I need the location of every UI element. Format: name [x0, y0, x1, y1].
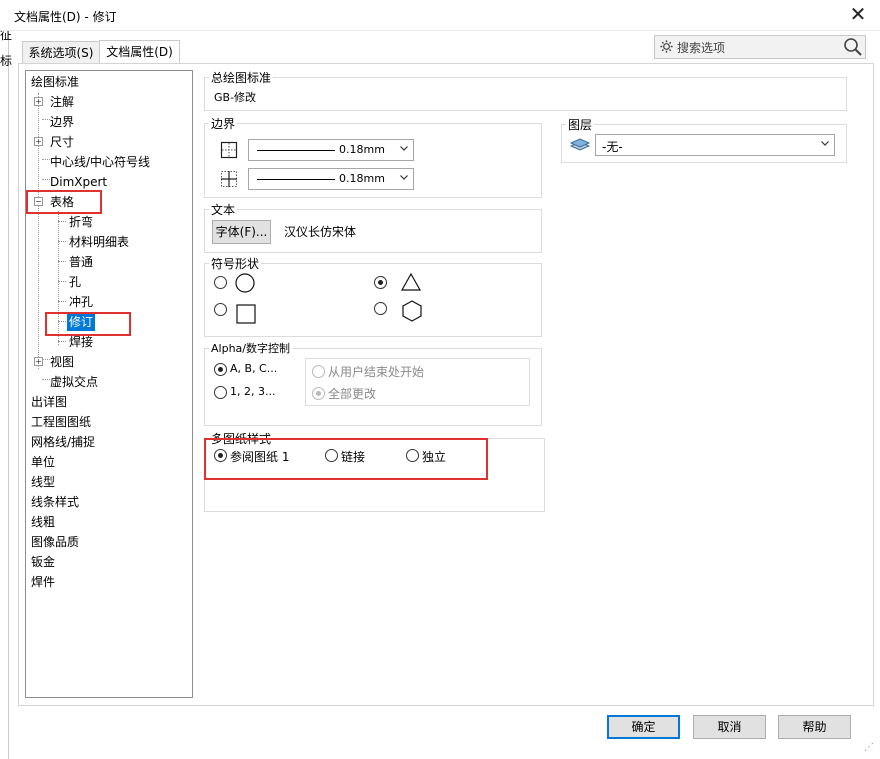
tree-item-line-style[interactable]: 线条样式 — [31, 493, 79, 511]
gear-icon — [660, 40, 673, 53]
tree-item-views[interactable]: 视图 — [50, 353, 74, 371]
font-button[interactable]: 字体(F)... — [212, 220, 271, 244]
tree-item-border[interactable]: 边界 — [50, 113, 74, 131]
tree-item-punch[interactable]: 冲孔 — [69, 293, 93, 311]
border-line2-combo[interactable]: 0.18mm — [248, 168, 414, 190]
cancel-button[interactable]: 取消 — [693, 715, 766, 739]
window-title: 文档属性(D) - 修订 — [14, 10, 117, 24]
circle-shape-icon — [235, 273, 255, 293]
border-line2-width: 0.18mm — [339, 172, 385, 185]
shape-hexagon-radio[interactable] — [374, 302, 387, 315]
annotation-box-multi-sheet — [204, 438, 488, 480]
tab-document-properties[interactable]: 文档属性(D) — [99, 40, 180, 64]
tree-item-annotations[interactable]: 注解 — [50, 93, 74, 111]
tree-item-image-quality[interactable]: 图像品质 — [31, 533, 79, 551]
help-button[interactable]: 帮助 — [778, 715, 851, 739]
start-from-user-label: 从用户结束处开始 — [328, 365, 425, 379]
alpha-abc-label: A, B, C... — [230, 362, 278, 375]
expand-icon[interactable]: + — [34, 97, 43, 106]
layer-value: -无- — [602, 140, 623, 154]
border-outer-icon — [220, 141, 238, 159]
shape-triangle-radio[interactable] — [374, 276, 387, 289]
ok-button[interactable]: 确定 — [607, 715, 680, 739]
background-char-3: 标 — [0, 54, 13, 68]
border-line1-combo[interactable]: 0.18mm — [248, 139, 414, 161]
tree-item-hole[interactable]: 孔 — [69, 273, 81, 291]
triangle-shape-icon — [400, 272, 422, 291]
border-label: 边界 — [209, 115, 238, 132]
layer-stack-icon — [569, 138, 591, 151]
tab-system-options[interactable]: 系统选项(S) — [22, 41, 100, 64]
resize-grip-icon[interactable]: ⋰ — [864, 742, 874, 753]
title-bar — [0, 0, 880, 31]
close-icon[interactable]: ✕ — [846, 3, 870, 27]
expand-icon[interactable]: + — [34, 357, 43, 366]
search-placeholder: 搜索选项 — [677, 41, 726, 55]
tree-item-line-font[interactable]: 线型 — [31, 473, 55, 491]
search-box[interactable]: 搜索选项 — [654, 35, 866, 59]
chevron-down-icon — [821, 141, 829, 146]
layer-label: 图层 — [566, 116, 595, 133]
search-icon[interactable] — [843, 37, 863, 57]
text-label: 文本 — [209, 201, 238, 218]
symbol-shape-label: 符号形状 — [209, 255, 262, 272]
shape-square-radio[interactable] — [214, 303, 227, 316]
tree-item-dimxpert[interactable]: DimXpert — [50, 173, 107, 191]
start-from-user-radio[interactable] — [312, 365, 325, 378]
background-window-edge: 者 征 标 — [0, 0, 13, 759]
tree-item-weldments[interactable]: 焊件 — [31, 573, 55, 591]
overall-standard-group — [204, 77, 847, 111]
chevron-down-icon — [400, 175, 408, 180]
square-shape-icon — [236, 304, 256, 324]
font-name: 汉仪长仿宋体 — [284, 225, 357, 239]
tree-item-virtual-sharps[interactable]: 虚拟交点 — [50, 373, 98, 391]
layer-select[interactable]: -无- — [595, 134, 835, 156]
tree-item-general[interactable]: 普通 — [69, 253, 93, 271]
alpha-123-radio[interactable] — [214, 386, 227, 399]
annotation-box-revision — [45, 312, 131, 336]
tree-item-bend[interactable]: 折弯 — [69, 213, 93, 231]
tree-item-grid-snap[interactable]: 网格线/捕捉 — [31, 433, 95, 451]
change-all-label: 全部更改 — [328, 387, 377, 401]
line-sample — [257, 179, 335, 180]
tree-item-drawing-sheets[interactable]: 工程图图纸 — [31, 413, 91, 431]
tree-item-drawing-standard[interactable]: 绘图标准 — [31, 73, 79, 91]
border-line1-width: 0.18mm — [339, 143, 385, 156]
shape-circle-radio[interactable] — [214, 276, 227, 289]
tree-item-bom[interactable]: 材料明细表 — [69, 233, 129, 251]
tree-item-line-thickness[interactable]: 线粗 — [31, 513, 55, 531]
alpha-abc-radio[interactable] — [214, 363, 227, 376]
line-sample — [257, 150, 335, 151]
tree-item-sheet-metal[interactable]: 钣金 — [31, 553, 55, 571]
border-inner-icon — [221, 171, 237, 187]
hexagon-shape-icon — [402, 300, 422, 322]
annotation-box-tables — [26, 190, 102, 214]
tree-item-units[interactable]: 单位 — [31, 453, 55, 471]
overall-standard-value: GB-修改 — [214, 91, 257, 104]
options-tree: 绘图标准 + 注解 边界 + 尺寸 中心线/中心符号线 DimXpert − 表… — [25, 70, 193, 698]
expand-icon[interactable]: + — [34, 137, 43, 146]
tree-item-centerlines[interactable]: 中心线/中心符号线 — [50, 153, 150, 171]
tree-item-dimensions[interactable]: 尺寸 — [50, 133, 74, 151]
overall-standard-label: 总绘图标准 — [209, 69, 274, 86]
alpha-control-label: Alpha/数字控制 — [209, 340, 292, 356]
chevron-down-icon — [400, 146, 408, 151]
tree-item-detailing[interactable]: 出详图 — [31, 393, 67, 411]
change-all-radio[interactable] — [312, 387, 325, 400]
alpha-123-label: 1, 2, 3... — [230, 385, 276, 398]
